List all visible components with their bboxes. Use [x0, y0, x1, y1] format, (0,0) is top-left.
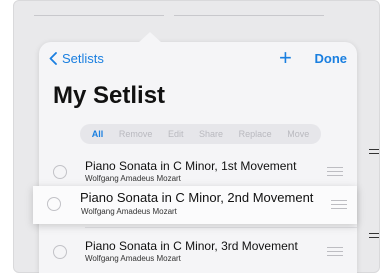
back-label: Setlists — [62, 51, 104, 66]
score-staff-line — [369, 233, 379, 234]
item-artist: Wolfgang Amadeus Mozart — [85, 174, 181, 183]
dragged-list-item[interactable]: Piano Sonata in C Minor, 2nd Movement Wo… — [33, 186, 357, 224]
drag-handle-icon[interactable] — [331, 200, 347, 210]
segment-all[interactable]: All — [92, 129, 104, 139]
background-line — [174, 15, 324, 16]
score-staff-line — [369, 237, 379, 238]
setlist-popover: Setlists + Done My Setlist All Remove Ed… — [39, 32, 357, 273]
page-title: My Setlist — [53, 82, 166, 109]
segment-replace[interactable]: Replace — [239, 129, 272, 139]
radio-circle-icon[interactable] — [47, 197, 61, 211]
segment-move[interactable]: Move — [287, 129, 309, 139]
radio-circle-icon[interactable] — [53, 245, 67, 259]
item-artist: Wolfgang Amadeus Mozart — [85, 254, 181, 263]
row-divider — [85, 227, 357, 228]
navigation-bar: Setlists + Done — [39, 42, 357, 76]
back-button[interactable]: Setlists — [49, 51, 104, 66]
segment-edit[interactable]: Edit — [168, 129, 184, 139]
radio-circle-icon[interactable] — [53, 165, 67, 179]
background-line — [34, 15, 164, 16]
item-artist: Wolfgang Amadeus Mozart — [81, 207, 177, 216]
drag-handle-icon[interactable] — [327, 167, 343, 177]
drag-handle-icon[interactable] — [327, 247, 343, 257]
item-title: Piano Sonata in C Minor, 1st Movement — [85, 159, 297, 173]
action-segmented-control: All Remove Edit Share Replace Move — [80, 124, 321, 144]
item-title: Piano Sonata in C Minor, 2nd Movement — [80, 190, 314, 205]
add-button[interactable]: + — [279, 47, 292, 69]
segment-remove[interactable]: Remove — [119, 129, 153, 139]
done-button[interactable]: Done — [315, 51, 348, 66]
score-staff-line — [369, 149, 379, 150]
list-item[interactable]: Piano Sonata in C Minor, 3rd Movement Wo… — [39, 235, 357, 271]
item-title: Piano Sonata in C Minor, 3rd Movement — [85, 239, 298, 253]
score-staff-line — [369, 153, 379, 154]
segment-share[interactable]: Share — [199, 129, 223, 139]
chevron-left-icon — [49, 52, 57, 65]
